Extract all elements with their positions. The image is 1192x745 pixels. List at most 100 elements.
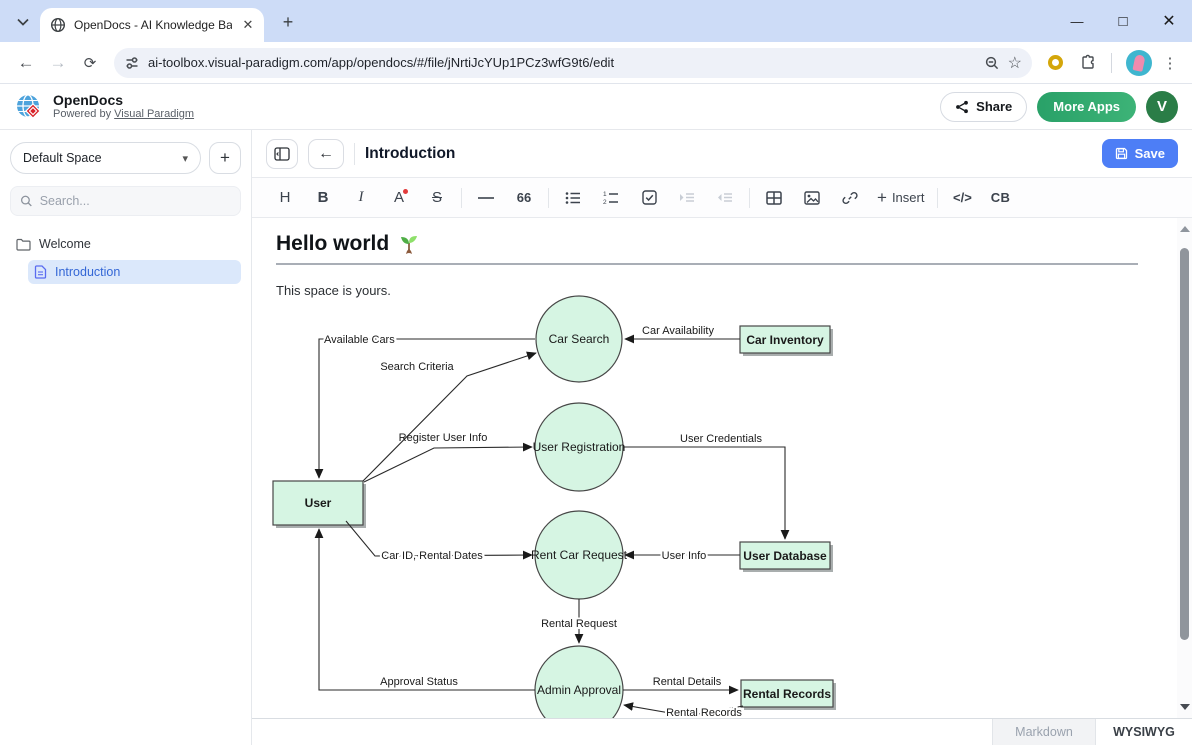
image-button[interactable] <box>793 184 831 212</box>
ordered-list-button[interactable]: 12 <box>592 184 630 212</box>
bookmark-star-icon[interactable]: ☆ <box>1008 53 1022 73</box>
browser-menu-icon[interactable]: ⋮ <box>1158 54 1182 72</box>
add-page-button[interactable]: + <box>209 142 241 174</box>
folder-icon <box>16 238 31 251</box>
sidebar-item-introduction[interactable]: Introduction <box>28 260 241 284</box>
italic-button[interactable]: I <box>342 184 380 212</box>
tree-item-label: Welcome <box>39 237 91 251</box>
indent-button[interactable] <box>668 184 706 212</box>
blockquote-button[interactable]: 66 <box>505 184 543 212</box>
panel-left-icon <box>274 147 290 161</box>
svg-text:Car ID, Rental Dates: Car ID, Rental Dates <box>381 550 483 562</box>
seedling-emoji <box>398 233 420 255</box>
browser-tab[interactable]: OpenDocs - AI Knowledge Base ✕ <box>40 8 264 42</box>
zoom-icon[interactable] <box>984 55 1000 71</box>
browser-toolbar: ← → ⟳ ai-toolbox.visual-paradigm.com/app… <box>0 42 1192 84</box>
share-button[interactable]: Share <box>940 92 1027 122</box>
user-avatar[interactable]: V <box>1146 91 1178 123</box>
svg-text:Rent Car Request: Rent Car Request <box>531 548 628 562</box>
svg-text:User Registration: User Registration <box>533 440 626 454</box>
forward-icon[interactable]: → <box>42 47 74 79</box>
edge-available-cars <box>319 339 535 478</box>
svg-text:1: 1 <box>603 191 607 198</box>
window-controls: — □ ✕ <box>1054 0 1192 42</box>
doc-heading: Hello world <box>276 232 1152 256</box>
editor-panel: ← Introduction Save H B I A S <box>252 130 1192 745</box>
dataflow-diagram[interactable]: Car Search User Registration Rent Car Re… <box>272 295 1152 718</box>
bullet-list-button[interactable] <box>554 184 592 212</box>
sidebar-item-welcome[interactable]: Welcome <box>10 232 241 256</box>
back-icon[interactable]: ← <box>10 47 42 79</box>
sidebar: Default Space ▾ + Welcome <box>0 130 252 745</box>
reload-icon[interactable]: ⟳ <box>74 47 106 79</box>
more-apps-button[interactable]: More Apps <box>1037 92 1136 122</box>
heading-button[interactable]: H <box>266 184 304 212</box>
tab-close-icon[interactable]: ✕ <box>240 17 256 33</box>
extension-icon[interactable] <box>1048 55 1063 70</box>
site-settings-icon[interactable] <box>124 55 140 71</box>
new-tab-button[interactable]: + <box>276 10 300 34</box>
strikethrough-button[interactable]: S <box>418 184 456 212</box>
bold-button[interactable]: B <box>304 184 342 212</box>
text-color-button[interactable]: A <box>380 184 418 212</box>
editor-mode-bar: Markdown WYSIWYG <box>252 718 1192 745</box>
svg-text:Approval Status: Approval Status <box>380 676 458 688</box>
horizontal-rule-button[interactable] <box>467 184 505 212</box>
link-button[interactable] <box>831 184 869 212</box>
svg-text:Search Criteria: Search Criteria <box>380 361 454 373</box>
svg-text:Admin Approval: Admin Approval <box>537 683 621 697</box>
opendocs-logo <box>14 92 44 122</box>
extensions-puzzle-icon[interactable] <box>1071 47 1103 79</box>
edge-user-credentials <box>623 447 785 539</box>
minimize-button[interactable]: — <box>1054 0 1100 42</box>
outdent-button[interactable] <box>706 184 744 212</box>
back-button[interactable]: ← <box>308 139 344 169</box>
content-scrollbar[interactable] <box>1177 218 1192 718</box>
svg-text:Register User Info: Register User Info <box>399 432 488 444</box>
visual-paradigm-link[interactable]: Visual Paradigm <box>114 108 194 120</box>
address-bar[interactable]: ai-toolbox.visual-paradigm.com/app/opend… <box>114 48 1032 78</box>
heading-rule <box>276 263 1138 265</box>
svg-text:Rental Request: Rental Request <box>541 618 617 630</box>
tab-title: OpenDocs - AI Knowledge Base <box>74 18 232 32</box>
markdown-mode-tab[interactable]: Markdown <box>992 719 1096 745</box>
app-header: OpenDocs Powered by Visual Paradigm Shar… <box>0 84 1192 130</box>
search-input[interactable] <box>40 194 231 208</box>
edge-register-user-info <box>364 447 532 482</box>
node-admin-approval <box>535 646 623 718</box>
profile-avatar[interactable] <box>1126 50 1152 76</box>
chevron-down-icon <box>17 18 29 26</box>
wysiwyg-mode-tab[interactable]: WYSIWYG <box>1096 719 1192 745</box>
save-button[interactable]: Save <box>1102 139 1178 168</box>
svg-text:User Database: User Database <box>743 549 827 563</box>
svg-text:Car Inventory: Car Inventory <box>746 333 824 347</box>
scroll-down-icon[interactable] <box>1180 704 1190 710</box>
scrollbar-thumb[interactable] <box>1180 248 1189 640</box>
format-toolbar: H B I A S 66 12 <box>252 178 1192 218</box>
document-canvas[interactable]: Hello world This space is yours. <box>252 218 1192 718</box>
page-tree: Welcome Introduction <box>10 232 241 284</box>
svg-text:Rental Records: Rental Records <box>666 707 742 718</box>
browser-window: OpenDocs - AI Knowledge Base ✕ + — □ ✕ ←… <box>0 0 1192 745</box>
svg-text:Car Search: Car Search <box>549 332 610 346</box>
space-selector[interactable]: Default Space ▾ <box>10 142 201 174</box>
toggle-sidebar-button[interactable] <box>266 139 298 169</box>
powered-by: Powered by Visual Paradigm <box>53 108 194 121</box>
scroll-up-icon[interactable] <box>1180 226 1190 232</box>
color-dot <box>403 189 408 194</box>
close-button[interactable]: ✕ <box>1146 0 1192 42</box>
tab-search-button[interactable] <box>10 9 36 35</box>
table-button[interactable] <box>755 184 793 212</box>
inline-code-button[interactable]: </> <box>943 184 981 212</box>
editor-header: ← Introduction Save <box>252 130 1192 178</box>
svg-text:2: 2 <box>603 199 607 205</box>
maximize-button[interactable]: □ <box>1100 0 1146 42</box>
chevron-down-icon: ▾ <box>182 152 188 165</box>
search-box[interactable] <box>10 186 241 216</box>
toolbar-separator <box>1111 53 1112 73</box>
document-icon <box>34 265 47 279</box>
code-block-button[interactable]: CB <box>981 184 1019 212</box>
task-list-button[interactable] <box>630 184 668 212</box>
page-title: Introduction <box>365 145 455 163</box>
insert-button[interactable]: + Insert <box>869 184 932 212</box>
